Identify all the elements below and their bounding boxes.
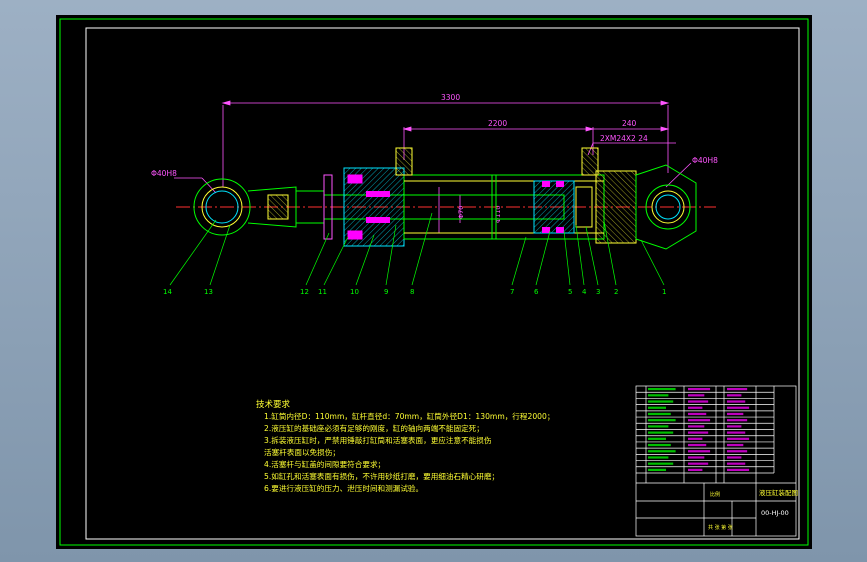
title-block-text: 液压缸装配图 00-HJ-00 比例 共 张 第 张 <box>708 488 798 531</box>
parts-cell-mark <box>727 462 746 465</box>
parts-cell-mark <box>727 468 750 471</box>
drawing-title: 液压缸装配图 <box>759 488 798 497</box>
parts-cell-mark <box>648 425 669 428</box>
parts-cell-mark <box>688 388 711 391</box>
parts-cell-mark <box>648 388 676 391</box>
notes-title: 技术要求 <box>256 399 291 410</box>
balloon-12[interactable]: 12 <box>300 288 309 296</box>
parts-cell-mark <box>727 450 748 453</box>
parts-cell-mark <box>648 394 669 397</box>
parts-cell-mark <box>688 394 705 397</box>
parts-cell-mark <box>688 419 711 422</box>
note-line-5: 4.活塞杆与缸盖的间隙要符合要求； <box>264 459 385 469</box>
parts-cell-mark <box>727 419 748 422</box>
parts-cell-mark <box>727 437 750 440</box>
parts-cell-mark <box>727 394 742 397</box>
parts-cell-mark <box>648 412 671 416</box>
balloon-14[interactable]: 14 <box>163 288 172 296</box>
parts-cell-mark <box>688 425 705 428</box>
dim-pin-left: Φ40H8 <box>151 169 177 178</box>
parts-cell-mark <box>648 431 674 434</box>
parts-cell-mark <box>688 400 709 403</box>
dim-thread: 2XM24X2 24 <box>600 134 648 143</box>
parts-cell-mark <box>688 443 707 447</box>
parts-cell-mark <box>648 419 676 422</box>
parts-cell-mark <box>727 412 744 416</box>
parts-cell-mark <box>727 406 750 409</box>
dim-2200: 2200 <box>488 119 507 128</box>
port-front <box>395 147 413 176</box>
parts-cell-mark <box>688 468 703 471</box>
parts-cell-mark <box>688 450 711 453</box>
balloon-5[interactable]: 5 <box>568 288 572 296</box>
balloons: 14 13 12 11 10 9 8 7 6 5 4 3 2 1 <box>163 288 666 296</box>
parts-cell-mark <box>648 450 676 453</box>
parts-cell-mark <box>648 437 666 440</box>
parts-cell-mark <box>727 431 746 434</box>
balloon-7[interactable]: 7 <box>510 288 514 296</box>
dim-pin-right: Φ40H8 <box>692 156 718 165</box>
parts-cell-mark <box>648 400 674 403</box>
parts-cell-mark <box>688 456 705 459</box>
parts-cell-mark <box>688 462 709 465</box>
dim-rod: Φ70 <box>457 206 465 219</box>
balloon-1[interactable]: 1 <box>662 288 666 296</box>
note-line-3: 3.拆装液压缸时，严禁用锤敲打缸筒和活塞表面，更应注意不能损伤 <box>264 435 492 445</box>
note-line-1: 1.缸筒内径D：110mm，缸杆直径d：70mm，缸筒外径D1：130mm，行程… <box>264 411 554 421</box>
technical-notes: 技术要求 1.缸筒内径D：110mm，缸杆直径d：70mm，缸筒外径D1：130… <box>256 399 554 493</box>
parts-cell-mark <box>727 388 748 391</box>
parts-cell-mark <box>648 443 671 447</box>
parts-cell-mark <box>688 406 703 409</box>
parts-cell-mark <box>648 406 666 409</box>
parts-cell-mark <box>727 425 742 428</box>
balloon-10[interactable]: 10 <box>350 288 359 296</box>
balloon-13[interactable]: 13 <box>204 288 213 296</box>
scale-label: 比例 <box>710 491 720 498</box>
dim-240: 240 <box>622 119 637 128</box>
piston <box>533 180 575 234</box>
balloon-8[interactable]: 8 <box>410 288 414 296</box>
balloon-9[interactable]: 9 <box>384 288 388 296</box>
parts-cell-mark <box>727 443 744 447</box>
balloon-11[interactable]: 11 <box>318 288 327 296</box>
parts-cell-mark <box>688 437 703 440</box>
parts-cell-mark <box>648 462 674 465</box>
note-line-7: 6.要进行液压缸的压力、泄压时间和测漏试验。 <box>264 483 423 493</box>
inner-border <box>85 27 800 540</box>
parts-cell-mark <box>688 431 709 434</box>
note-line-2: 2.液压缸的基础座必须有足够的刚度，缸的轴向两端不能固定死； <box>264 423 484 433</box>
dim-3300: 3300 <box>441 93 460 102</box>
sheet-label: 共 张 第 张 <box>708 524 733 531</box>
cylinder-assembly <box>193 147 697 250</box>
parts-cell-mark <box>688 412 707 416</box>
balloon-4[interactable]: 4 <box>582 288 587 296</box>
drawing-canvas[interactable]: 3300 2200 240 2XM24X2 24 Φ40H8 Φ40H8 Φ11… <box>56 15 812 549</box>
balloon-2[interactable]: 2 <box>614 288 618 296</box>
parts-cell-mark <box>727 400 746 403</box>
cad-viewport[interactable]: 3300 2200 240 2XM24X2 24 Φ40H8 Φ40H8 Φ11… <box>56 15 812 549</box>
note-line-6: 5.如缸孔和活塞表面有损伤，不许用砂纸打磨，要用细油石精心研磨； <box>264 471 499 481</box>
note-line-4: 活塞杆表面以免损伤； <box>264 447 340 457</box>
dim-bore: Φ110 <box>494 205 502 223</box>
rear-cap <box>595 170 637 244</box>
parts-cell-mark <box>648 456 669 459</box>
parts-cell-mark <box>727 456 742 459</box>
parts-cell-mark <box>648 468 666 471</box>
balloon-3[interactable]: 3 <box>596 288 600 296</box>
drawing-number: 00-HJ-00 <box>761 509 789 517</box>
balloon-6[interactable]: 6 <box>534 288 539 296</box>
